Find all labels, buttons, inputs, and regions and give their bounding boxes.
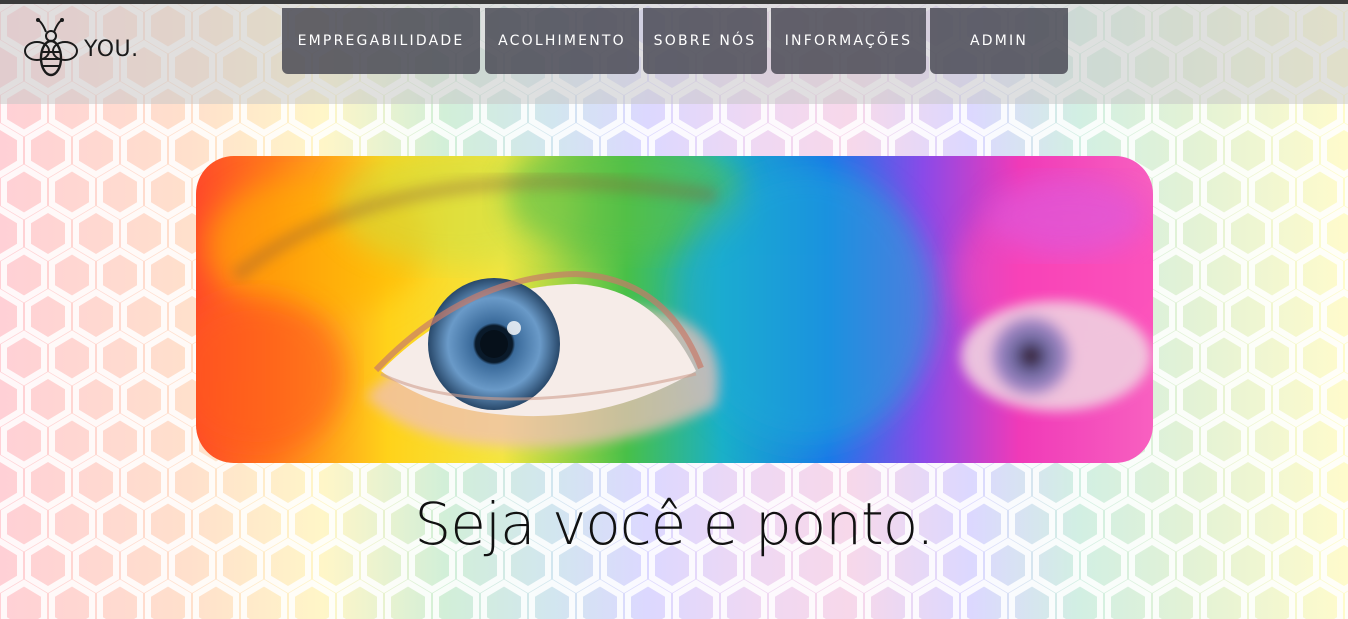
rainbow-painted-eye-image xyxy=(196,156,1153,463)
logo-text: YOU. xyxy=(84,36,139,62)
site-header: YOU. EMPREGABILIDADE ACOLHIMENTO SOBRE N… xyxy=(0,4,1348,104)
bee-icon xyxy=(24,16,84,78)
logo[interactable]: YOU. xyxy=(24,16,164,78)
nav-item-admin[interactable]: ADMIN xyxy=(930,8,1068,74)
nav-item-empregabilidade[interactable]: EMPREGABILIDADE xyxy=(282,8,480,74)
nav-item-acolhimento[interactable]: ACOLHIMENTO xyxy=(485,8,639,74)
nav-item-sobre-nos[interactable]: SOBRE NÓS xyxy=(643,8,767,74)
hero-tagline: Seja você e ponto. xyxy=(414,490,934,558)
nav-item-informacoes[interactable]: INFORMAÇÕES xyxy=(771,8,926,74)
hero-image xyxy=(196,156,1153,463)
